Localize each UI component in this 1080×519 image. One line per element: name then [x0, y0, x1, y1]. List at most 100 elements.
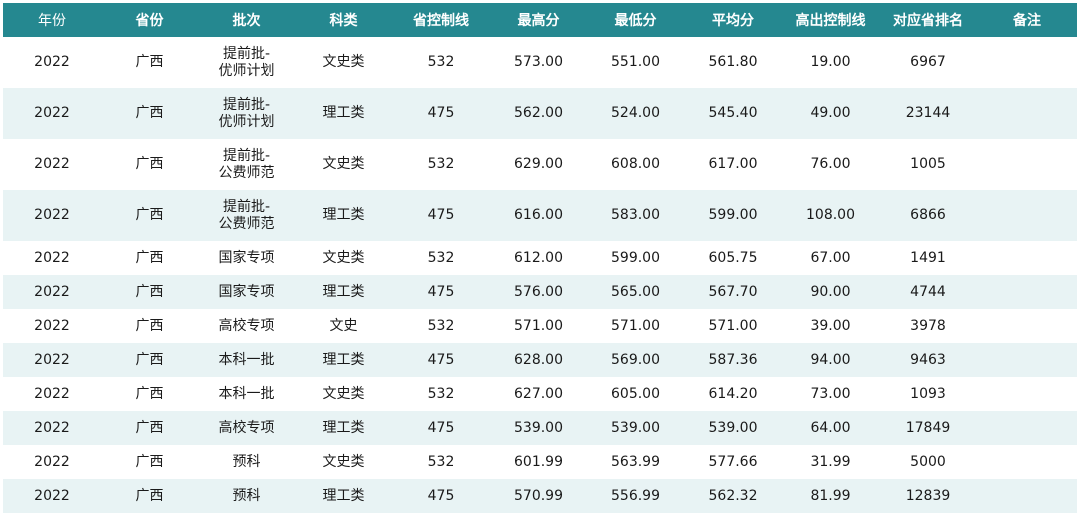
cell-min-score: 565.00 [587, 275, 684, 309]
cell-province-rank: 23144 [879, 88, 977, 139]
cell-province-rank: 17849 [879, 411, 977, 445]
cell-year: 2022 [34, 317, 70, 334]
cell-province: 广西 [135, 385, 164, 402]
header-max-score: 最高分 [490, 3, 587, 37]
cell-control-line: 475 [392, 479, 490, 513]
cell-year: 2022 [3, 88, 101, 139]
cell-above-control: 108.00 [782, 190, 879, 241]
cell-province-rank: 4744 [879, 275, 977, 309]
cell-above-control: 67.00 [810, 249, 851, 266]
cell-notes [977, 190, 1077, 241]
cell-year: 2022 [3, 479, 101, 513]
cell-control-line: 532 [427, 453, 455, 470]
cell-min-score: 539.00 [587, 411, 684, 445]
cell-province-rank: 1005 [910, 156, 946, 172]
cell-year: 2022 [34, 156, 70, 172]
cell-min-score: 571.00 [611, 317, 660, 334]
cell-min-score: 569.00 [587, 343, 684, 377]
header-category: 科类 [295, 3, 392, 37]
cell-notes [977, 445, 1077, 479]
cell-max-score: 573.00 [514, 54, 563, 70]
cell-avg-score: 545.40 [684, 88, 782, 139]
cell-control-line: 532 [427, 54, 455, 70]
cell-above-control: 64.00 [782, 411, 879, 445]
cell-avg-score: 571.00 [708, 317, 758, 334]
table-row: 2022 广西 高校专项 文史 532 571.00 571.00 571.00 39.00 39… [3, 309, 1077, 343]
cell-avg-score: 539.00 [684, 411, 782, 445]
cell-category: 理工类 [295, 479, 392, 513]
table-row: 2022 广西 提前批-优师计划 理工类 475 562.00 524.00 545.40 49… [3, 88, 1077, 139]
cell-control-line: 532 [427, 385, 455, 402]
cell-avg-score: 577.66 [708, 453, 758, 470]
cell-notes [977, 309, 1077, 343]
cell-province: 广西 [101, 343, 198, 377]
cell-above-control: 49.00 [782, 88, 879, 139]
cell-notes [977, 479, 1077, 513]
cell-avg-score: 567.70 [684, 275, 782, 309]
cell-notes [977, 139, 1077, 190]
table-header-row: 年份 省份 批次 科类 省控制线 最高分 最低分 平均分 高出控制线 对应省排名… [3, 3, 1077, 37]
cell-category: 理工类 [295, 190, 392, 241]
cell-min-score: 551.00 [611, 54, 660, 70]
cell-category: 文史 [329, 317, 358, 334]
cell-province-rank: 6967 [910, 54, 946, 70]
cell-control-line: 475 [392, 88, 490, 139]
cell-avg-score: 599.00 [684, 190, 782, 241]
header-avg-score: 平均分 [684, 3, 782, 37]
cell-category: 理工类 [295, 88, 392, 139]
cell-above-control: 73.00 [810, 385, 851, 402]
cell-above-control: 19.00 [810, 54, 851, 70]
cell-avg-score: 587.36 [684, 343, 782, 377]
cell-max-score: 629.00 [514, 156, 563, 172]
cell-year: 2022 [3, 190, 101, 241]
cell-control-line: 532 [427, 317, 455, 334]
cell-batch: 预科 [198, 479, 295, 513]
admission-scores-table-container: 年份 省份 批次 科类 省控制线 最高分 最低分 平均分 高出控制线 对应省排名… [3, 3, 1077, 513]
cell-batch: 预科 [232, 453, 261, 470]
cell-province-rank: 3978 [910, 317, 946, 334]
header-province: 省份 [101, 3, 198, 37]
cell-above-control: 31.99 [810, 453, 851, 470]
cell-province: 广西 [101, 411, 198, 445]
cell-min-score: 608.00 [611, 156, 660, 172]
cell-province: 广西 [101, 88, 198, 139]
cell-province: 广西 [101, 275, 198, 309]
cell-notes [977, 88, 1077, 139]
cell-province-rank: 5000 [910, 453, 946, 470]
cell-avg-score: 617.00 [708, 156, 758, 172]
cell-batch: 本科一批 [198, 343, 295, 377]
cell-province: 广西 [135, 453, 164, 470]
cell-notes [977, 275, 1077, 309]
cell-category: 文史类 [322, 385, 365, 402]
cell-max-score: 562.00 [490, 88, 587, 139]
cell-province-rank: 1093 [910, 385, 946, 402]
cell-above-control: 90.00 [782, 275, 879, 309]
cell-province: 广西 [101, 479, 198, 513]
cell-max-score: 627.00 [514, 385, 563, 402]
cell-province: 广西 [135, 156, 164, 172]
cell-category: 文史类 [322, 156, 365, 172]
cell-batch: 提前批-公费师范 [218, 147, 275, 181]
cell-category: 文史类 [322, 54, 365, 70]
table-row: 2022 广西 本科一批 理工类 475 628.00 569.00 587.36 94.00 9… [3, 343, 1077, 377]
cell-max-score: 628.00 [490, 343, 587, 377]
table-row: 2022 广西 国家专项 文史类 532 612.00 599.00 605.75 67.00 1… [3, 241, 1077, 275]
cell-province: 广西 [135, 249, 164, 266]
cell-year: 2022 [34, 54, 70, 70]
cell-above-control: 76.00 [810, 156, 851, 172]
cell-batch: 高校专项 [218, 317, 275, 334]
cell-control-line: 532 [427, 156, 455, 172]
cell-province: 广西 [101, 190, 198, 241]
cell-batch: 国家专项 [198, 275, 295, 309]
cell-category: 理工类 [295, 275, 392, 309]
cell-min-score: 605.00 [611, 385, 660, 402]
cell-above-control: 39.00 [810, 317, 851, 334]
header-batch: 批次 [198, 3, 295, 37]
header-above-control: 高出控制线 [782, 3, 879, 37]
cell-province-rank: 1491 [910, 249, 946, 266]
cell-notes [977, 377, 1077, 411]
cell-category: 理工类 [295, 411, 392, 445]
cell-min-score: 599.00 [611, 249, 660, 266]
cell-batch: 提前批-公费师范 [198, 190, 295, 241]
cell-control-line: 475 [392, 411, 490, 445]
